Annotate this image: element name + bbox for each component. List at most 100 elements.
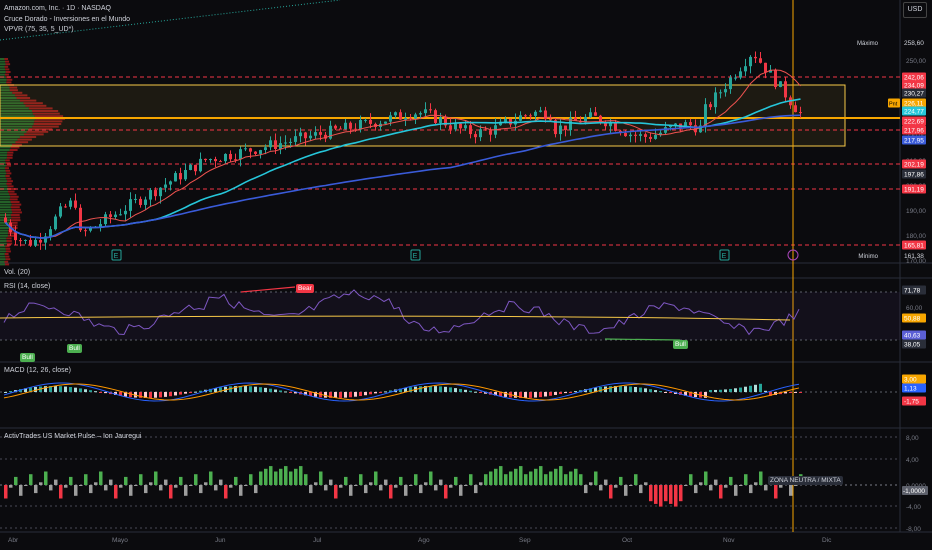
vpvr-bar-up	[0, 198, 10, 201]
candle-up	[589, 112, 592, 117]
pulse-label[interactable]: ActivTrades US Market Pulse – Ion Jaureg…	[4, 432, 141, 441]
candle-up	[479, 129, 482, 138]
macd-histogram-bar	[269, 388, 272, 392]
pulse-bar	[599, 485, 603, 491]
macd-histogram-bar	[554, 392, 557, 395]
vpvr-bar-down	[5, 159, 10, 162]
candle-up	[264, 147, 267, 151]
macd-histogram-bar	[374, 392, 377, 394]
zone-neutral-label: ZONA NEUTRA / MIXTA	[768, 476, 843, 485]
macd-histogram-bar	[789, 392, 792, 393]
macd-histogram-bar	[754, 384, 757, 392]
macd-histogram-bar	[624, 386, 627, 392]
price-tag-label: 197,86	[904, 172, 924, 179]
macd-histogram-bar	[69, 387, 72, 392]
vpvr-bar-down	[6, 81, 12, 84]
vpvr-bar-up	[0, 242, 7, 245]
pulse-bar	[549, 471, 553, 485]
candle-up	[259, 150, 262, 154]
vpvr-bar-up	[0, 164, 7, 167]
pulse-bar	[794, 485, 798, 486]
pulse-bar	[224, 485, 228, 499]
candle-up	[209, 159, 212, 161]
indicator-vpvr[interactable]: VPVR (75, 35, 5_UD*)	[4, 25, 74, 34]
candle-down	[204, 158, 207, 161]
pulse-bar	[614, 485, 618, 488]
pulse-bar	[439, 479, 443, 485]
chart-canvas[interactable]: EEE250,00240,00230,00220,00210,00200,001…	[0, 0, 932, 550]
vpvr-bar-up	[0, 182, 7, 185]
candle-up	[739, 71, 742, 78]
macd-histogram-bar	[709, 389, 712, 392]
symbol-title[interactable]: Amazon.com, Inc. · 1D · NASDAQ	[4, 4, 111, 13]
macd-tag-label: -1,75	[904, 399, 919, 406]
vpvr-bar-down	[5, 71, 11, 73]
volume-label[interactable]: Vol. (20)	[4, 268, 30, 277]
vpvr-bar-down	[6, 182, 12, 185]
pulse-bar	[359, 474, 363, 485]
pulse-bar	[324, 485, 328, 491]
pulse-bar	[329, 479, 333, 485]
macd-histogram-bar	[434, 386, 437, 392]
vpvr-bar-up	[0, 156, 7, 159]
candle-up	[714, 92, 717, 108]
pulse-bar	[414, 474, 418, 485]
candle-up	[539, 110, 542, 112]
pulse-bar	[524, 474, 528, 485]
candle-up	[269, 140, 272, 148]
time-tick-label: Jun	[215, 537, 226, 544]
candle-up	[299, 132, 302, 137]
max-value: 258,60	[904, 40, 924, 47]
time-tick-label: Sep	[519, 537, 531, 544]
vpvr-bar-down	[5, 247, 11, 250]
candle-down	[229, 153, 232, 160]
macd-histogram-bar	[459, 388, 462, 392]
candle-down	[429, 109, 432, 111]
vpvr-bar-up	[0, 253, 5, 255]
vpvr-bar-up	[0, 260, 5, 263]
currency-button[interactable]: USD	[903, 2, 927, 18]
candle-down	[19, 240, 22, 242]
rsi-label[interactable]: RSI (14, close)	[4, 282, 50, 291]
candle-down	[349, 122, 352, 129]
vpvr-bar-up	[0, 203, 12, 206]
vpvr-bar-up	[0, 172, 7, 175]
candle-up	[504, 118, 507, 122]
macd-histogram-bar	[64, 386, 67, 392]
macd-histogram-bar	[599, 387, 602, 392]
min-value: 161,38	[904, 253, 924, 260]
candles	[4, 51, 802, 250]
macd-histogram-bar	[79, 388, 82, 392]
candle-up	[104, 214, 107, 225]
macd-histogram-bar	[179, 392, 182, 395]
pulse-bar	[779, 485, 783, 488]
macd-histogram-bar	[244, 386, 247, 392]
candle-up	[164, 184, 167, 188]
candle-up	[99, 224, 102, 227]
pulse-bar	[109, 479, 113, 485]
pulse-bar	[774, 485, 778, 499]
pulse-bar	[694, 485, 698, 494]
pulse-bar	[214, 485, 218, 491]
candle-down	[524, 115, 527, 117]
macd-histogram-bar	[104, 392, 107, 394]
indicator-golden-cross[interactable]: Cruce Dorado - Inversiones en el Mundo	[4, 15, 130, 24]
pulse-bar	[334, 485, 338, 499]
vpvr-bar-down	[6, 240, 12, 242]
candle-down	[649, 136, 652, 139]
macd-histogram-bar	[569, 392, 572, 393]
time-tick-label: Mayo	[112, 537, 128, 544]
macd-histogram-bar	[279, 390, 282, 392]
pulse-bar	[479, 482, 483, 485]
rsi-tag-label: 50,88	[904, 316, 921, 323]
price-tag-label: 230,27	[904, 91, 924, 98]
candle-up	[364, 119, 367, 121]
pulse-bar	[84, 474, 88, 485]
macd-label[interactable]: MACD (12, 26, close)	[4, 366, 71, 375]
candle-up	[314, 132, 317, 136]
macd-histogram-bar	[574, 391, 577, 393]
pulse-bar	[559, 466, 563, 485]
time-tick-label: Abr	[8, 537, 19, 544]
vpvr-bar-up	[0, 63, 6, 66]
macd-histogram-bar	[4, 392, 7, 393]
